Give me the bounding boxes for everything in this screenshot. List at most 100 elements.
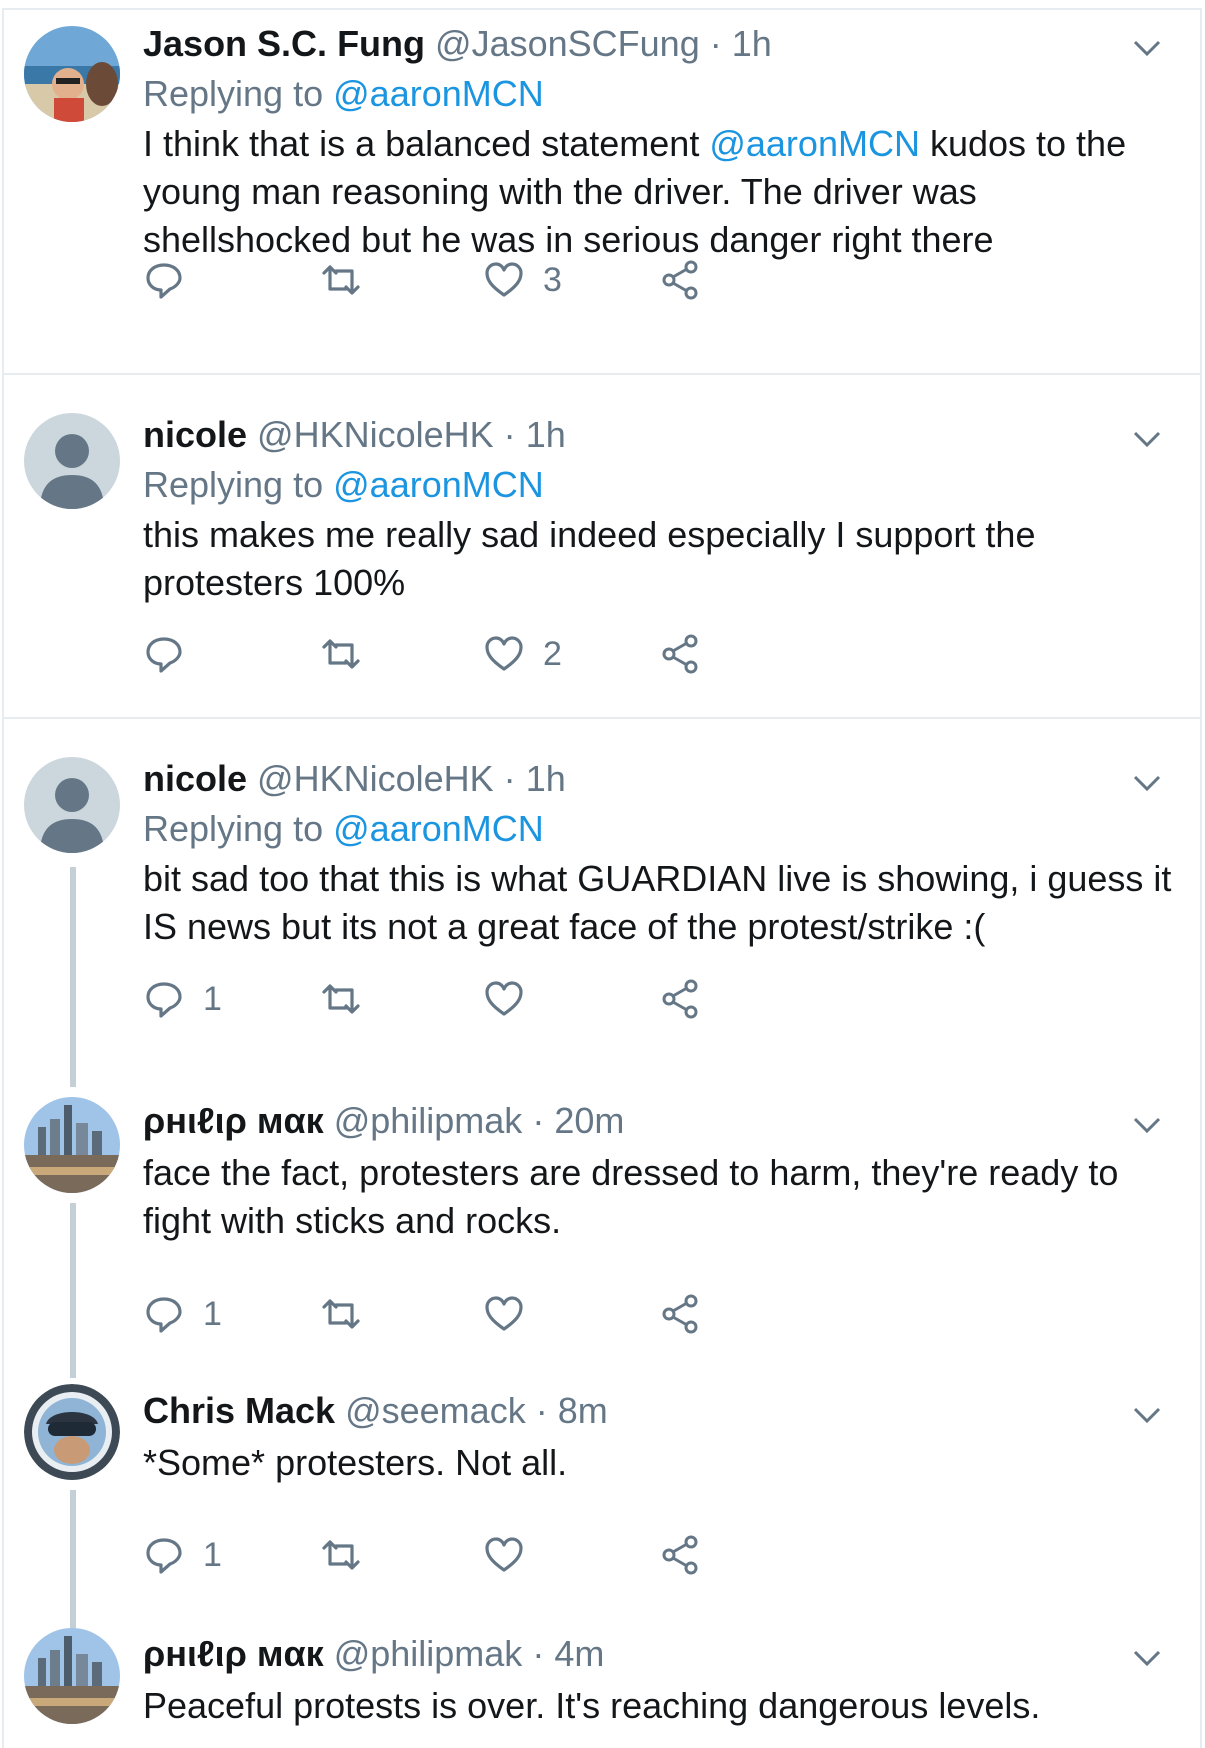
like-count: 3 [543,260,562,299]
retweet-button[interactable] [320,629,380,679]
separator-dot: · [532,1100,545,1141]
replying-to: Replying to @aaronMCN [143,461,1175,509]
tweet[interactable]: Jason S.C. Fung @JasonSCFung · 1h Replyi… [0,10,1205,375]
avatar[interactable] [24,1628,120,1724]
author-name[interactable]: nicole [143,758,247,799]
avatar[interactable] [24,1097,120,1193]
chevron-down-icon[interactable] [1129,421,1165,457]
author-name[interactable]: ρнιℓιρ мαк [143,1633,324,1674]
reply-button[interactable]: 1 [143,1289,222,1339]
tweet[interactable]: Chris Mack @seemack · 8m *Some* proteste… [0,1367,1205,1635]
retweet-icon [322,984,360,1014]
heart-icon [485,262,523,297]
retweet-icon [322,1299,360,1329]
retweet-button[interactable] [320,1289,380,1339]
author-name[interactable]: Jason S.C. Fung [143,23,425,64]
share-button[interactable] [660,629,702,679]
like-button[interactable]: 3 [483,255,562,305]
avatar[interactable] [24,757,120,853]
tweet-text: Peaceful protests is over. It's reaching… [143,1685,1041,1726]
tweet[interactable]: nicole @HKNicoleHK · 1h Replying to @aar… [0,719,1205,1087]
reply-icon [146,1538,182,1574]
share-button[interactable] [660,974,702,1024]
timestamp[interactable]: 1h [732,23,772,64]
reply-count: 1 [203,1294,222,1333]
timestamp[interactable]: 1h [526,414,566,455]
author-name[interactable]: Chris Mack [143,1390,335,1431]
timestamp[interactable]: 20m [554,1100,624,1141]
like-button[interactable] [483,1289,543,1339]
retweet-button[interactable] [320,1530,380,1580]
retweet-icon [322,1540,360,1570]
avatar[interactable] [24,1384,120,1480]
replying-to-link[interactable]: @aaronMCN [333,73,544,114]
tweet[interactable]: ρнιℓιρ мαк @philipmak · 20m face the fac… [0,1077,1205,1378]
mention-link[interactable]: @aaronMCN [709,123,920,164]
heart-icon [485,981,523,1016]
chevron-down-icon[interactable] [1129,1640,1165,1676]
timestamp[interactable]: 1h [526,758,566,799]
tweet-text: face the fact, protesters are dressed to… [143,1152,1119,1241]
author-handle[interactable]: @HKNicoleHK [257,758,494,799]
replying-prefix: Replying to [143,464,324,505]
reply-button[interactable] [143,255,203,305]
chevron-down-icon[interactable] [1129,1107,1165,1143]
chevron-down-icon[interactable] [1129,765,1165,801]
replying-to-link[interactable]: @aaronMCN [333,808,544,849]
retweet-icon [322,639,360,669]
separator-dot: · [532,1633,545,1674]
share-icon [662,260,698,300]
tweet-text: this makes me really sad indeed especial… [143,514,1036,603]
like-button[interactable]: 2 [483,629,562,679]
like-count: 2 [543,634,562,673]
share-button[interactable] [660,1289,702,1339]
tweet-text: bit sad too that this is what GUARDIAN l… [143,858,1172,947]
author-handle[interactable]: @philipmak [334,1633,523,1674]
share-icon [662,634,698,674]
separator-dot: · [709,23,722,64]
reply-count: 1 [203,1535,222,1574]
reply-icon [146,637,182,673]
share-button[interactable] [660,255,702,305]
thread-line [70,867,76,1087]
avatar[interactable] [24,26,120,122]
reply-icon [146,263,182,299]
retweet-button[interactable] [320,974,380,1024]
heart-icon [485,1537,523,1572]
timestamp[interactable]: 4m [554,1633,604,1674]
tweet[interactable]: ρнιℓιρ мαк @philipmak · 4m Peaceful prot… [0,1622,1205,1748]
author-handle[interactable]: @HKNicoleHK [257,414,494,455]
share-button[interactable] [660,1530,702,1580]
replying-to: Replying to @aaronMCN [143,805,1175,853]
reply-button[interactable] [143,629,203,679]
reply-button[interactable]: 1 [143,1530,222,1580]
replying-prefix: Replying to [143,73,324,114]
tweet[interactable]: nicole @HKNicoleHK · 1h Replying to @aar… [0,375,1205,718]
author-handle[interactable]: @seemack [345,1390,526,1431]
reply-button[interactable]: 1 [143,974,222,1024]
chevron-down-icon[interactable] [1129,1397,1165,1433]
author-name[interactable]: nicole [143,414,247,455]
reply-icon [146,1297,182,1333]
author-name[interactable]: ρнιℓιρ мαк [143,1100,324,1141]
share-icon [662,979,698,1019]
retweet-button[interactable] [320,255,380,305]
separator-dot: · [503,758,516,799]
reply-icon [146,982,182,1018]
separator-dot: · [535,1390,548,1431]
avatar[interactable] [24,413,120,509]
thread-line [70,1203,76,1378]
retweet-icon [322,265,360,295]
reply-count: 1 [203,979,222,1018]
tweet-text-part: I think that is a balanced statement [143,123,710,164]
thread-line [70,1490,76,1635]
timestamp[interactable]: 8m [558,1390,608,1431]
replying-to-link[interactable]: @aaronMCN [333,464,544,505]
chevron-down-icon[interactable] [1129,30,1165,66]
author-handle[interactable]: @philipmak [334,1100,523,1141]
like-button[interactable] [483,1530,543,1580]
share-icon [662,1535,698,1575]
author-handle[interactable]: @JasonSCFung [435,23,700,64]
like-button[interactable] [483,974,543,1024]
share-icon [662,1294,698,1334]
